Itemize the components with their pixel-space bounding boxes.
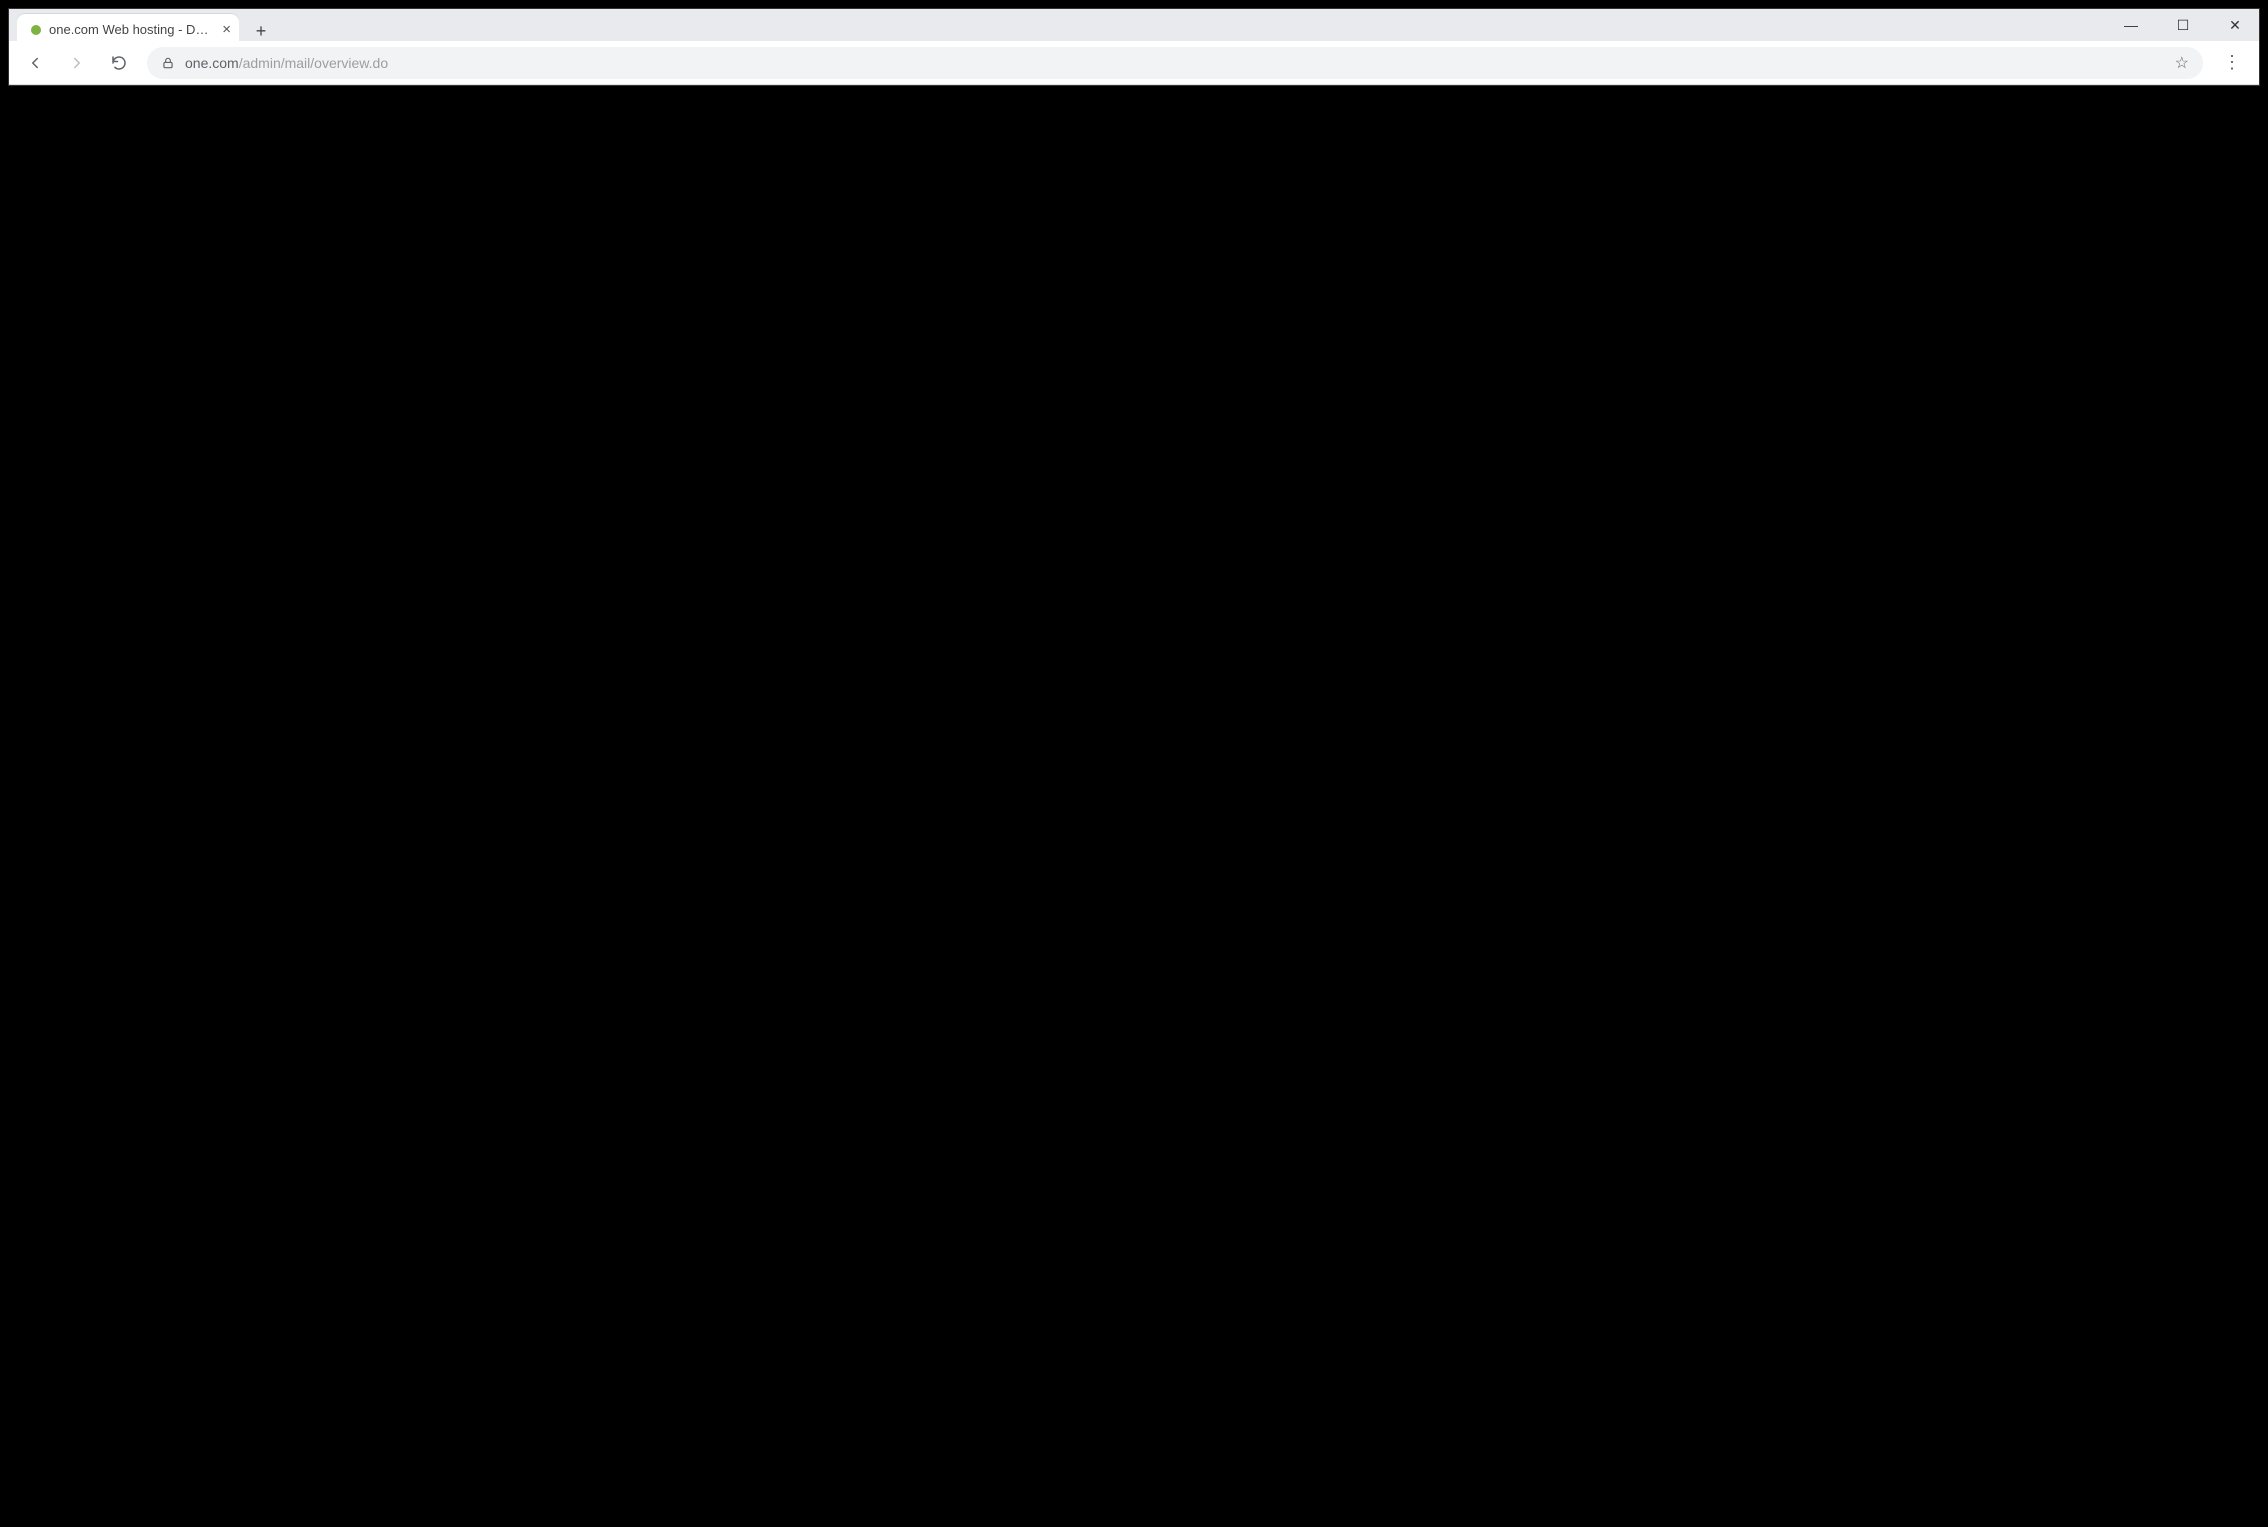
browser-address-bar: one.com/admin/mail/overview.do ☆ ⋮: [9, 41, 2259, 85]
lock-icon: [161, 56, 175, 70]
url-input[interactable]: one.com/admin/mail/overview.do ☆: [147, 47, 2203, 79]
window-titlebar: one.com Web hosting - Domain × + — ☐ ✕: [9, 9, 2259, 41]
window-close-button[interactable]: ✕: [2219, 13, 2251, 37]
window-maximize-button[interactable]: ☐: [2167, 13, 2199, 37]
reload-button[interactable]: [105, 49, 133, 77]
new-tab-button[interactable]: +: [247, 17, 275, 45]
browser-menu-button[interactable]: ⋮: [2217, 52, 2247, 73]
browser-tab[interactable]: one.com Web hosting - Domain ×: [17, 14, 239, 45]
browser-tab-title: one.com Web hosting - Domain: [49, 22, 209, 37]
window-minimize-button[interactable]: —: [2115, 13, 2147, 37]
bookmark-star-icon[interactable]: ☆: [2175, 53, 2189, 73]
url-text: one.com/admin/mail/overview.do: [185, 55, 2165, 71]
favicon-icon: [31, 25, 41, 35]
close-tab-icon[interactable]: ×: [222, 21, 231, 38]
back-button[interactable]: [21, 49, 49, 77]
forward-button[interactable]: [63, 49, 91, 77]
